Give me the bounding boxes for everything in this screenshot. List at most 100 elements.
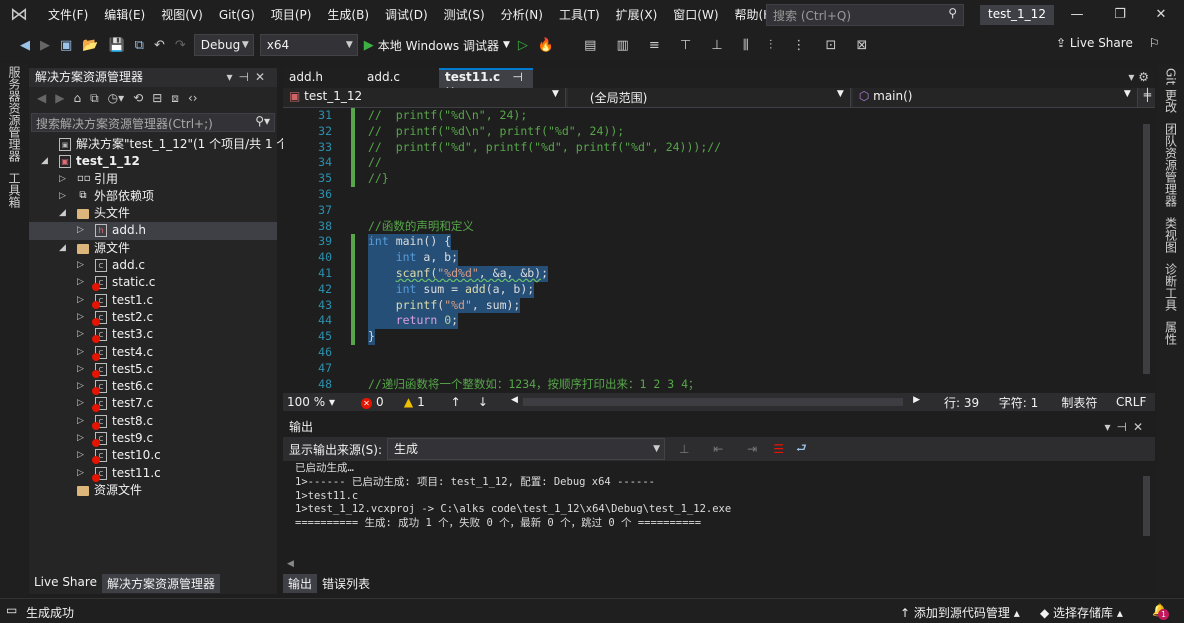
code-line[interactable]: 40 int a, b; (283, 250, 1138, 266)
output-tool-icons[interactable]: ⊥ ⇤ ⇥ (679, 442, 767, 456)
tree-item[interactable]: ◢ ▣ test_1_12 (29, 153, 277, 170)
menu-item[interactable]: 调试(D) (377, 0, 436, 30)
tree-item[interactable]: 资源文件 (29, 482, 277, 499)
indent-indicator[interactable]: 制表符 (1061, 394, 1110, 411)
properties-tab[interactable]: 属性 (1164, 321, 1178, 345)
menu-item[interactable]: 分析(N) (493, 0, 551, 30)
scrollbar-thumb[interactable] (1143, 124, 1150, 374)
expand-icon[interactable]: ▷ (59, 188, 69, 205)
menu-item[interactable]: 编辑(E) (96, 0, 153, 30)
tree-item[interactable]: ▷ Ctest8.c (29, 413, 277, 430)
tab-solution-explorer[interactable]: 解决方案资源管理器 (101, 574, 220, 593)
expand-icon[interactable]: ▷ (77, 326, 87, 343)
switch-view-icon[interactable]: ⧉ (90, 91, 99, 106)
scope-dropdown[interactable]: (全局范围) ▼ (567, 88, 851, 107)
git-changes-tab[interactable]: Git 更改 (1164, 68, 1178, 113)
menu-item[interactable]: 视图(V) (153, 0, 211, 30)
expand-icon[interactable]: ▷ (77, 395, 87, 412)
show-all-files-icon[interactable]: ⧈ (171, 91, 179, 106)
back-icon[interactable]: ◀ (18, 38, 32, 53)
collapse-icon[interactable]: ◢ (59, 240, 69, 257)
code-line[interactable]: 35 //} (283, 171, 1138, 187)
tree-item[interactable]: ▣ 解决方案"test_1_12"(1 个项目/共 1 个) (29, 136, 293, 153)
menu-item[interactable]: 生成(B) (319, 0, 377, 30)
tab-error-list[interactable]: 错误列表 (317, 574, 375, 593)
code-line[interactable]: 36 (283, 187, 1138, 203)
tree-item[interactable]: ▷ Ctest1.c (29, 292, 277, 309)
code-line[interactable]: 46 (283, 345, 1138, 361)
vertical-scrollbar[interactable] (1138, 108, 1155, 393)
expand-icon[interactable]: ▷ (77, 430, 87, 447)
tree-item[interactable]: ▷ Ctest11.c (29, 465, 277, 482)
maximize-button[interactable]: ❐ (1097, 0, 1143, 30)
minimize-button[interactable]: — (1054, 0, 1100, 30)
code-line[interactable]: 32 // printf("%d\n", printf("%d", 24)); (283, 123, 1138, 140)
scrollbar-thumb[interactable] (523, 398, 903, 406)
code-line[interactable]: 42 int sum = add(a, b); (283, 281, 1138, 298)
menu-item[interactable]: 窗口(W) (665, 0, 726, 30)
home-icon[interactable]: ⌂ (73, 91, 81, 105)
code-line[interactable]: 33 // printf("%d", printf("%d", printf("%… (283, 139, 1138, 156)
layout-tools-icons[interactable]: ▤ ▥ ≡ ⊤ ⊥ ⫼ ⫶ ⋮ ⊡ ⊠ (582, 38, 877, 53)
menu-item[interactable]: 扩展(X) (608, 0, 666, 30)
panel-controls-icon[interactable]: ▾⊣✕ (226, 68, 271, 87)
feedback-icon[interactable]: ⚐ (1149, 36, 1160, 50)
collapse-icon[interactable]: ◢ (41, 153, 51, 170)
output-vertical-scrollbar[interactable] (1138, 462, 1155, 558)
platform-dropdown[interactable]: x64 ▼ (259, 34, 358, 56)
hot-reload-icon[interactable]: 🔥 (536, 38, 556, 53)
expand-icon[interactable]: ▷ (77, 309, 87, 326)
menu-item[interactable]: Git(G) (211, 0, 263, 30)
config-dropdown[interactable]: Debug ▼ (193, 34, 254, 56)
code-line[interactable]: 39 int main() { (283, 234, 1138, 251)
expand-icon[interactable]: ▷ (77, 344, 87, 361)
expand-icon[interactable]: ▷ (77, 257, 87, 274)
code-line[interactable]: 45} (283, 329, 1138, 345)
redo-icon[interactable]: ↷ (173, 38, 188, 53)
diagnostic-tools-tab[interactable]: 诊断工具 (1164, 263, 1178, 311)
code-line[interactable]: 34 // (283, 155, 1138, 172)
solution-search-input[interactable]: 搜索解决方案资源管理器(Ctrl+;) ⚲▾ (31, 113, 275, 132)
code-area[interactable]: 31 // printf("%d\n", 24); 32 // printf("%d\… (283, 108, 1138, 393)
code-line[interactable]: 38 //函数的声明和定义 (283, 219, 1138, 235)
back-icon[interactable]: ◀ (37, 91, 46, 105)
code-line[interactable]: 31 // printf("%d\n", 24); (283, 108, 1138, 124)
expand-icon[interactable]: ▷ (77, 378, 87, 395)
word-wrap-icon[interactable]: ⮐ (796, 439, 807, 460)
tree-item[interactable]: ▷ Ctest9.c (29, 430, 277, 448)
member-dropdown[interactable]: ⬡ main() ▼ (852, 88, 1138, 107)
code-line[interactable]: 41 scanf("%d%d", &a, &b); (283, 265, 1138, 282)
tab-output[interactable]: 输出 (283, 574, 318, 593)
tree-item[interactable]: ▷ Ctest7.c (29, 395, 277, 413)
menu-item[interactable]: 工具(T) (551, 0, 608, 30)
project-dropdown[interactable]: ▣ test_1_12 ▼ (283, 88, 566, 107)
tree-item[interactable]: ▷ h add.h (29, 222, 277, 240)
toolbox-tab[interactable]: 工具箱 (7, 172, 21, 208)
forward-icon[interactable]: ▶ (55, 91, 64, 105)
clear-all-icon[interactable]: ☰ (773, 442, 784, 456)
tab-test11-c[interactable]: test11.c ⊣ ✕ (439, 68, 533, 98)
tree-item[interactable]: ◢ 头文件 (29, 205, 277, 222)
expand-icon[interactable]: ▷ (77, 447, 87, 464)
code-line[interactable]: 48 //递归函数将一个整数如：1234，按顺序打印出来：1 2 3 4； (283, 377, 1138, 393)
previous-issue-icon[interactable]: ↑ (451, 395, 478, 409)
expand-icon[interactable]: ▷ (59, 171, 69, 188)
expand-icon[interactable]: ▷ (77, 274, 87, 291)
tree-item[interactable]: ◢ 源文件 (29, 240, 277, 257)
tree-item[interactable]: ▷ Ctest5.c (29, 361, 277, 378)
tree-item[interactable]: ▷ Cadd.c (29, 257, 277, 274)
new-project-icon[interactable]: ▣ (58, 38, 74, 53)
output-text[interactable]: 已启动生成… 1>------ 已启动生成: 项目: test_1_12, 配置:… (283, 461, 1155, 557)
server-explorer-tab[interactable]: 服务器资源管理器 (7, 66, 21, 162)
tab-live-share[interactable]: Live Share (29, 574, 102, 593)
menu-item[interactable]: 项目(P) (263, 0, 320, 30)
undo-icon[interactable]: ↶ (152, 38, 167, 53)
code-line[interactable]: 47 (283, 361, 1138, 377)
collapse-all-icon[interactable]: ⊟ (152, 91, 162, 105)
horizontal-scrollbar[interactable]: ◀ ▶ (511, 393, 920, 411)
output-horizontal-scrollbar[interactable]: ◀ (283, 559, 1138, 572)
output-source-dropdown[interactable]: 生成 ▼ (387, 438, 666, 460)
next-issue-icon[interactable]: ↓ (478, 395, 511, 409)
menu-item[interactable]: 测试(S) (436, 0, 493, 30)
forward-icon[interactable]: ▶ (38, 38, 52, 53)
